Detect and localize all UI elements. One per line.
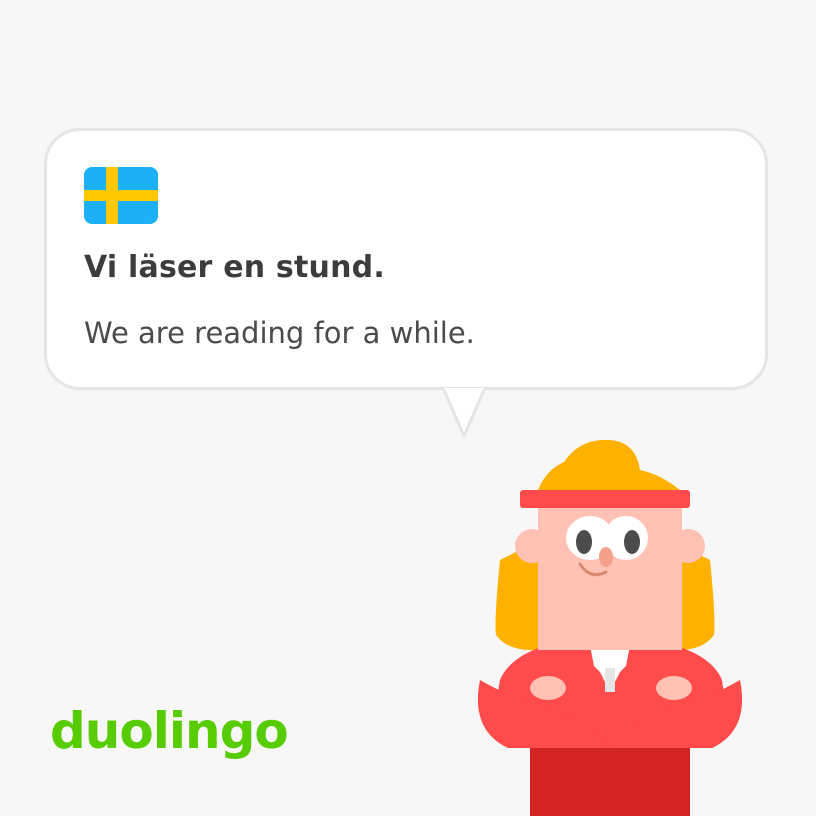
sweden-flag-icon <box>84 167 158 224</box>
english-translation: We are reading for a while. <box>84 316 475 350</box>
swedish-sentence: Vi läser en stund. <box>84 250 385 285</box>
lin-character-icon <box>477 439 743 816</box>
duolingo-logo: duolingo <box>50 702 289 760</box>
